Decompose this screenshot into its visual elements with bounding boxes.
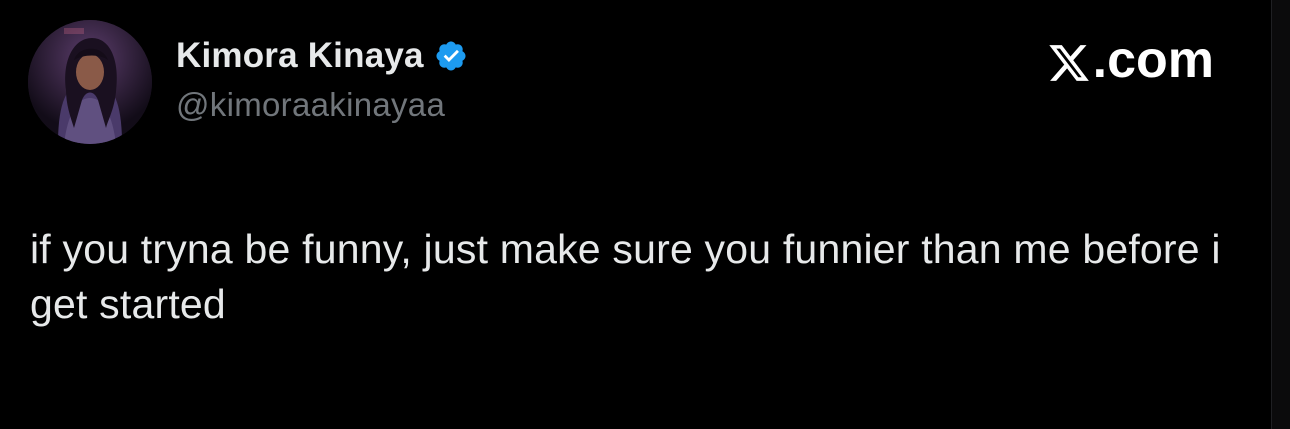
brand-domain-label: .com — [1092, 31, 1214, 89]
display-name[interactable]: Kimora Kinaya — [176, 36, 424, 76]
tweet-header: Kimora Kinaya @kimoraakinayaa — [176, 34, 468, 124]
avatar-portrait — [28, 20, 152, 144]
verified-badge-icon — [434, 39, 468, 73]
user-handle[interactable]: @kimoraakinayaa — [176, 86, 468, 124]
tweet-text: if you tryna be funny, just make sure yo… — [30, 226, 1221, 327]
name-row: Kimora Kinaya — [176, 34, 468, 78]
brand-watermark: .com — [1047, 30, 1214, 90]
tweet-card: Kimora Kinaya @kimoraakinayaa .com if yo… — [0, 0, 1272, 429]
x-logo-icon — [1047, 38, 1091, 82]
scrollbar-track[interactable] — [1271, 0, 1290, 429]
avatar[interactable] — [28, 20, 152, 144]
